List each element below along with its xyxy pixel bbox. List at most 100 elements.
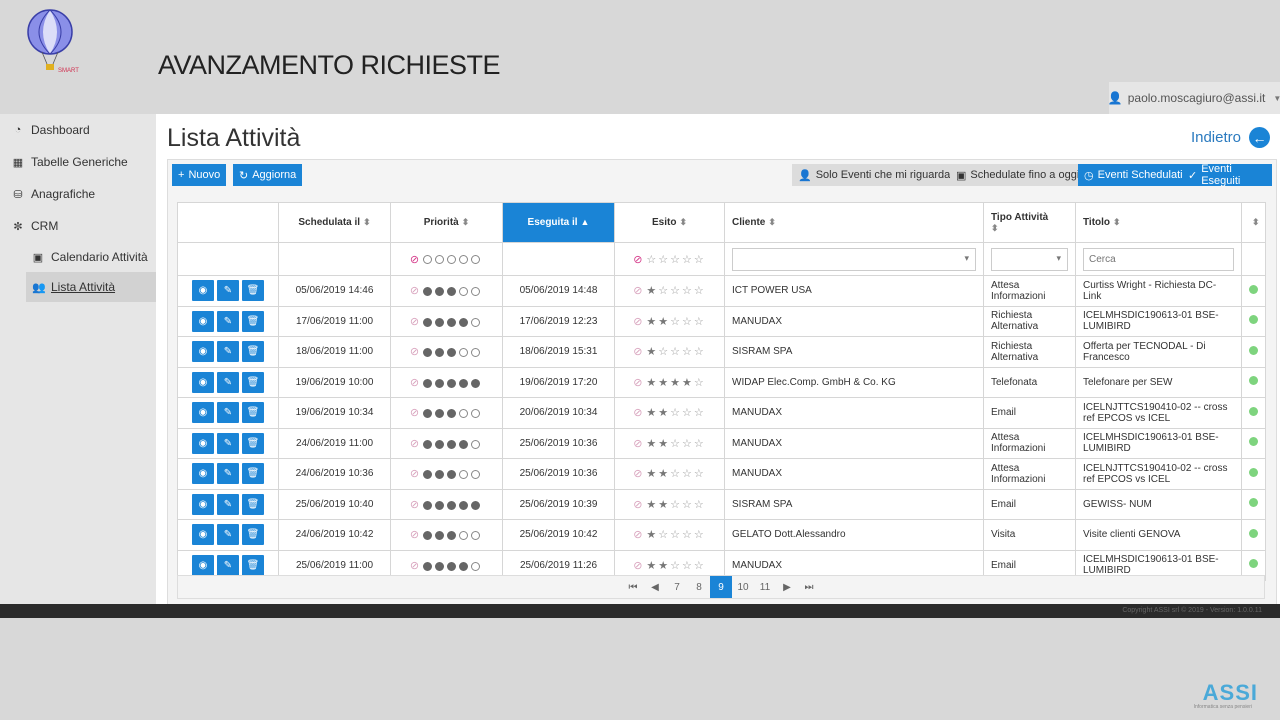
star-icon[interactable]: ☆ xyxy=(646,254,656,266)
star-icon: ☆ xyxy=(670,315,681,328)
view-button[interactable]: ◉ xyxy=(192,463,214,485)
col-header-executed[interactable]: Eseguita il ▲ xyxy=(502,202,615,243)
view-button[interactable]: ◉ xyxy=(192,341,214,363)
view-button[interactable]: ◉ xyxy=(192,280,214,302)
client-filter-select[interactable] xyxy=(732,247,976,271)
edit-button[interactable]: ✎ xyxy=(217,402,239,424)
delete-button[interactable]: 🗑 xyxy=(242,280,264,302)
delete-button[interactable]: 🗑 xyxy=(242,310,264,332)
last-page-button[interactable]: ⏭ xyxy=(798,576,820,598)
next-page-button[interactable]: ▶ xyxy=(776,576,798,598)
priority-dot xyxy=(435,409,445,419)
slide-title: AVANZAMENTO RICHIESTE xyxy=(158,50,501,80)
edit-button[interactable]: ✎ xyxy=(217,463,239,485)
page-button[interactable]: 7 xyxy=(666,576,688,598)
priority-dot[interactable] xyxy=(471,255,481,265)
priority-dot xyxy=(435,531,445,541)
sidebar-item-anagrafiche[interactable]: ⛁ Anagrafiche xyxy=(0,178,156,210)
title-cell: Visite clienti GENOVA xyxy=(1075,519,1242,551)
star-icon: ★ xyxy=(658,376,669,389)
filter-until-today-button[interactable]: ▣ Schedulate fino a oggi xyxy=(950,164,1086,186)
priority-dot[interactable] xyxy=(435,255,445,265)
delete-button[interactable]: 🗑 xyxy=(242,493,264,515)
first-page-button[interactable]: ⏮ xyxy=(622,576,644,598)
back-button[interactable]: Indietro ← xyxy=(1191,127,1270,148)
col-header-status[interactable]: ⬍ xyxy=(1241,202,1266,243)
delete-button[interactable]: 🗑 xyxy=(242,402,264,424)
view-button[interactable]: ◉ xyxy=(192,402,214,424)
page-button[interactable]: 10 xyxy=(732,576,754,598)
sort-icon: ⬍ xyxy=(461,217,470,227)
priority-dot[interactable] xyxy=(447,255,457,265)
star-icon[interactable]: ☆ xyxy=(658,254,668,266)
table-row[interactable]: ◉ ✎ 🗑 25/06/2019 10:40 ⊘ 25/06/2019 10:3… xyxy=(177,488,1266,520)
view-button[interactable]: ◉ xyxy=(192,310,214,332)
scheduled-label: Eventi Schedulati xyxy=(1097,169,1183,181)
col-header-priority[interactable]: Priorità ⬍ xyxy=(390,202,503,243)
priority-dot[interactable] xyxy=(423,255,433,265)
edit-button[interactable]: ✎ xyxy=(217,432,239,454)
edit-button[interactable]: ✎ xyxy=(217,554,239,576)
page-button-current[interactable]: 9 xyxy=(710,576,732,598)
star-icon[interactable]: ☆ xyxy=(670,254,680,266)
title-search-input[interactable] xyxy=(1083,247,1234,271)
col-header-outcome[interactable]: Esito ⬍ xyxy=(614,202,725,243)
star-icon[interactable]: ☆ xyxy=(682,254,692,266)
delete-button[interactable]: 🗑 xyxy=(242,432,264,454)
sidebar-item-calendario-attivita[interactable]: ▣ Calendario Attività xyxy=(0,242,156,272)
new-button[interactable]: + Nuovo xyxy=(172,164,227,186)
edit-button[interactable]: ✎ xyxy=(217,493,239,515)
star-icon[interactable]: ☆ xyxy=(694,254,704,266)
scheduled-events-button[interactable]: ◷ Eventi Schedulati xyxy=(1078,164,1189,186)
col-header-type[interactable]: Tipo Attività ⬍ xyxy=(983,202,1076,243)
user-menu[interactable]: 👤 paolo.moscagiuro@assi.it ▼ xyxy=(1108,82,1280,114)
sidebar-item-dashboard[interactable]: ◔ Dashboard xyxy=(0,114,156,146)
view-button[interactable]: ◉ xyxy=(192,371,214,393)
clear-filter-icon[interactable]: ⊘ xyxy=(633,254,642,266)
type-filter-select[interactable] xyxy=(991,247,1068,271)
outcome-filter[interactable]: ⊘ ☆ ☆ ☆ ☆ ☆ xyxy=(614,242,725,276)
executed-events-button[interactable]: ✓ Eventi Eseguiti xyxy=(1182,163,1272,187)
delete-button[interactable]: 🗑 xyxy=(242,554,264,576)
col-header-scheduled[interactable]: Schedulata il ⬍ xyxy=(278,202,391,243)
refresh-button[interactable]: ↻ Aggiorna xyxy=(233,164,303,186)
sidebar-item-crm[interactable]: ✼ CRM xyxy=(0,210,156,242)
view-button[interactable]: ◉ xyxy=(192,524,214,546)
delete-button[interactable]: 🗑 xyxy=(242,341,264,363)
table-row[interactable]: ◉ ✎ 🗑 24/06/2019 10:42 ⊘ 25/06/2019 10:4… xyxy=(177,519,1266,551)
sort-asc-icon: ▲ xyxy=(580,217,590,227)
view-button[interactable]: ◉ xyxy=(192,493,214,515)
table-row[interactable]: ◉ ✎ 🗑 17/06/2019 11:00 ⊘ 17/06/2019 12:2… xyxy=(177,305,1266,337)
sidebar-item-tabelle-generiche[interactable]: ▦ Tabelle Generiche xyxy=(0,146,156,178)
table-row[interactable]: ◉ ✎ 🗑 19/06/2019 10:00 ⊘ 19/06/2019 17:2… xyxy=(177,366,1266,398)
table-row[interactable]: ◉ ✎ 🗑 24/06/2019 10:36 ⊘ 25/06/2019 10:3… xyxy=(177,458,1266,490)
delete-button[interactable]: 🗑 xyxy=(242,463,264,485)
delete-button[interactable]: 🗑 xyxy=(242,371,264,393)
view-button[interactable]: ◉ xyxy=(192,554,214,576)
page-button[interactable]: 11 xyxy=(754,576,776,598)
ban-icon: ⊘ xyxy=(409,346,420,359)
priority-filter[interactable]: ⊘ xyxy=(390,242,503,276)
clear-filter-icon[interactable]: ⊘ xyxy=(410,254,419,266)
table-row[interactable]: ◉ ✎ 🗑 24/06/2019 11:00 ⊘ 25/06/2019 10:3… xyxy=(177,427,1266,459)
priority-dot[interactable] xyxy=(459,255,469,265)
table-row[interactable]: ◉ ✎ 🗑 19/06/2019 10:34 ⊘ 20/06/2019 10:3… xyxy=(177,397,1266,429)
edit-button[interactable]: ✎ xyxy=(217,341,239,363)
filter-mine-button[interactable]: 👤 Solo Eventi che mi riguardano xyxy=(792,164,969,186)
page-button[interactable]: 8 xyxy=(688,576,710,598)
prev-page-button[interactable]: ◀ xyxy=(644,576,666,598)
view-button[interactable]: ◉ xyxy=(192,432,214,454)
table-row[interactable]: ◉ ✎ 🗑 18/06/2019 11:00 ⊘ 18/06/2019 15:3… xyxy=(177,336,1266,368)
edit-button[interactable]: ✎ xyxy=(217,371,239,393)
col-header-client[interactable]: Cliente ⬍ xyxy=(724,202,984,243)
star-icon: ☆ xyxy=(693,559,704,572)
col-header-title[interactable]: Titolo ⬍ xyxy=(1075,202,1242,243)
delete-button[interactable]: 🗑 xyxy=(242,524,264,546)
sidebar-item-lista-attivita[interactable]: 👥 Lista Attività xyxy=(26,272,156,302)
edit-button[interactable]: ✎ xyxy=(217,310,239,332)
priority-dot xyxy=(447,317,457,327)
edit-button[interactable]: ✎ xyxy=(217,280,239,302)
table-row[interactable]: ◉ ✎ 🗑 05/06/2019 14:46 ⊘ 05/06/2019 14:4… xyxy=(177,275,1266,307)
edit-button[interactable]: ✎ xyxy=(217,524,239,546)
priority-dot xyxy=(447,470,457,480)
